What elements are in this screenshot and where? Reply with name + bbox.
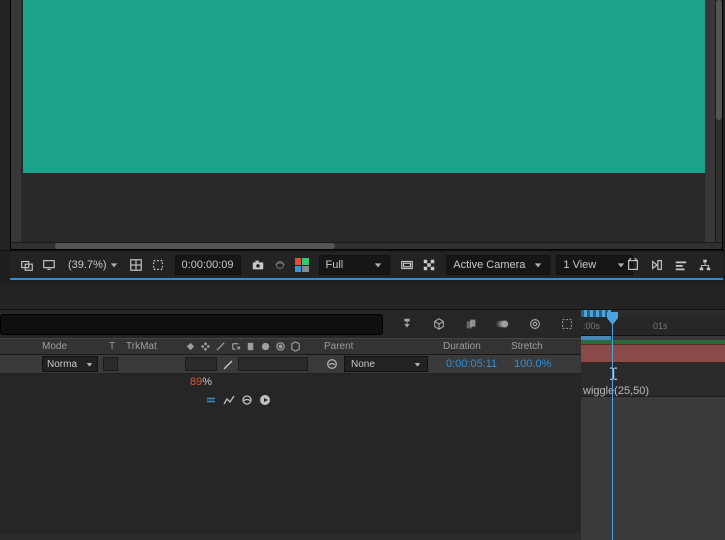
frame-blend-col-icon — [245, 341, 256, 352]
expression-text[interactable]: wiggle(25,50) — [583, 385, 649, 397]
timeline-toolbar-row — [0, 310, 581, 338]
panel-gap — [0, 283, 725, 310]
viewer-scrollbar-horizontal[interactable] — [11, 243, 722, 249]
timeline-track-empty — [581, 397, 725, 540]
solid-layer-preview — [23, 0, 705, 173]
fx-col-icon — [230, 341, 241, 352]
chevron-down-icon — [533, 256, 543, 274]
viewer-scrollbar-vertical-thumb[interactable] — [716, 0, 722, 120]
parent-pickwhip-icon[interactable] — [326, 358, 338, 373]
viewer-toolbar: (39.7%) 0:00:00:09 Full — [10, 252, 723, 280]
view-layout-select[interactable]: 1 View — [556, 255, 633, 275]
expression-enable-icon[interactable] — [205, 394, 217, 406]
draft-3d-icon[interactable] — [431, 313, 447, 335]
ruler-tick-start: :00s — [583, 321, 600, 331]
motion-blur-icon[interactable] — [495, 313, 511, 335]
parent-dropdown[interactable]: None — [344, 356, 428, 372]
flowchart-icon[interactable] — [697, 254, 713, 276]
mode-dropdown[interactable]: Norma — [42, 356, 98, 372]
switch-header-icons — [185, 341, 301, 352]
timeline-empty-area — [0, 410, 581, 534]
expression-language-menu-icon[interactable] — [259, 394, 271, 406]
3d-col-icon — [290, 341, 301, 352]
current-time-field[interactable]: 0:00:00:09 — [175, 255, 241, 275]
timeline-left-columns: Mode T TrkMat Parent Duration Stretch — [0, 310, 581, 540]
value-unit: % — [202, 376, 212, 388]
layer-row[interactable]: Norma None 0:00:05:11 100.0% — [0, 355, 581, 374]
col-parent-label[interactable]: Parent — [324, 341, 353, 352]
switch-well-left[interactable] — [185, 357, 217, 371]
layer-search-field[interactable] — [0, 314, 383, 335]
col-trkmat-label[interactable]: TrkMat — [126, 341, 157, 352]
col-duration-label[interactable]: Duration — [443, 341, 481, 352]
quality-switch-icon[interactable] — [222, 359, 234, 371]
region-of-interest-icon[interactable] — [398, 254, 416, 276]
view-layout-value: 1 View — [563, 259, 596, 271]
comp-mini-flowchart-icon[interactable] — [399, 313, 415, 335]
current-time-indicator-line[interactable] — [612, 317, 613, 540]
layer-stretch[interactable]: 100.0% — [514, 358, 551, 370]
col-stretch-label[interactable]: Stretch — [511, 341, 543, 352]
pixel-aspect-icon[interactable] — [625, 254, 641, 276]
col-mode-label[interactable]: Mode — [42, 341, 67, 352]
snapshot-icon[interactable] — [249, 254, 267, 276]
layer-bar[interactable] — [581, 344, 725, 363]
current-time-indicator-head[interactable] — [607, 312, 618, 325]
transparency-grid-icon[interactable] — [420, 254, 438, 276]
grid-rulers-icon[interactable] — [127, 254, 145, 276]
chevron-down-icon — [373, 256, 383, 274]
timeline-track-area[interactable]: :00s 01s wiggle(25,50) — [581, 310, 725, 540]
property-value[interactable]: 89% — [190, 376, 212, 388]
column-headers: Mode T TrkMat Parent Duration Stretch — [0, 338, 581, 355]
viewer-scrollbar-horizontal-thumb[interactable] — [55, 243, 335, 249]
viewer-scrollbar-vertical[interactable] — [716, 0, 722, 242]
channel-icon[interactable] — [293, 254, 311, 276]
timeline-bottom-scrollbar[interactable] — [0, 534, 581, 540]
viewer-canvas[interactable] — [11, 0, 715, 242]
mode-value: Norma — [47, 359, 77, 370]
parent-value: None — [351, 359, 375, 370]
viewer-frame — [0, 0, 725, 251]
ruler-tick-01s: 01s — [653, 321, 668, 331]
timeline-panel: Mode T TrkMat Parent Duration Stretch — [0, 283, 725, 540]
preserve-transparency-well[interactable] — [103, 357, 118, 371]
property-value-row: 89% — [0, 374, 581, 392]
mask-visibility-icon[interactable] — [149, 254, 167, 276]
camera-value: Active Camera — [453, 259, 525, 271]
switch-well-right[interactable] — [238, 357, 308, 371]
adjustment-col-icon — [275, 341, 286, 352]
resolution-select[interactable]: Full — [319, 255, 391, 275]
always-preview-icon[interactable] — [18, 254, 36, 276]
camera-select[interactable]: Active Camera — [446, 255, 550, 275]
fast-previews-icon[interactable] — [649, 254, 665, 276]
text-cursor-icon — [609, 368, 618, 380]
show-snapshot-icon[interactable] — [271, 254, 289, 276]
col-t-label[interactable]: T — [109, 341, 115, 352]
current-time-text: 0:00:00:09 — [182, 259, 234, 271]
expression-graph-icon[interactable] — [223, 394, 235, 406]
quality-col-icon — [215, 341, 226, 352]
magnification-dropdown[interactable] — [109, 256, 119, 274]
time-ruler[interactable]: :00s 01s — [581, 317, 725, 336]
resolution-value: Full — [326, 259, 344, 271]
frame-blend-icon[interactable] — [463, 313, 479, 335]
expression-controls-row — [0, 392, 581, 410]
timeline-panel-icon[interactable] — [673, 254, 689, 276]
motion-blur-col-icon — [260, 341, 271, 352]
monitor-icon[interactable] — [40, 254, 58, 276]
collapse-col-icon — [200, 341, 211, 352]
expression-pickwhip-icon[interactable] — [241, 394, 253, 406]
brainstorm-icon[interactable] — [527, 313, 543, 335]
layer-duration[interactable]: 0:00:05:11 — [446, 358, 497, 370]
value-number: 89 — [190, 376, 202, 388]
shy-col-icon — [185, 341, 196, 352]
viewer-inner — [10, 0, 723, 250]
magnification-readout[interactable]: (39.7%) — [66, 259, 109, 271]
work-area-nav-strip[interactable] — [581, 310, 725, 317]
auto-keyframe-icon[interactable] — [559, 313, 575, 335]
